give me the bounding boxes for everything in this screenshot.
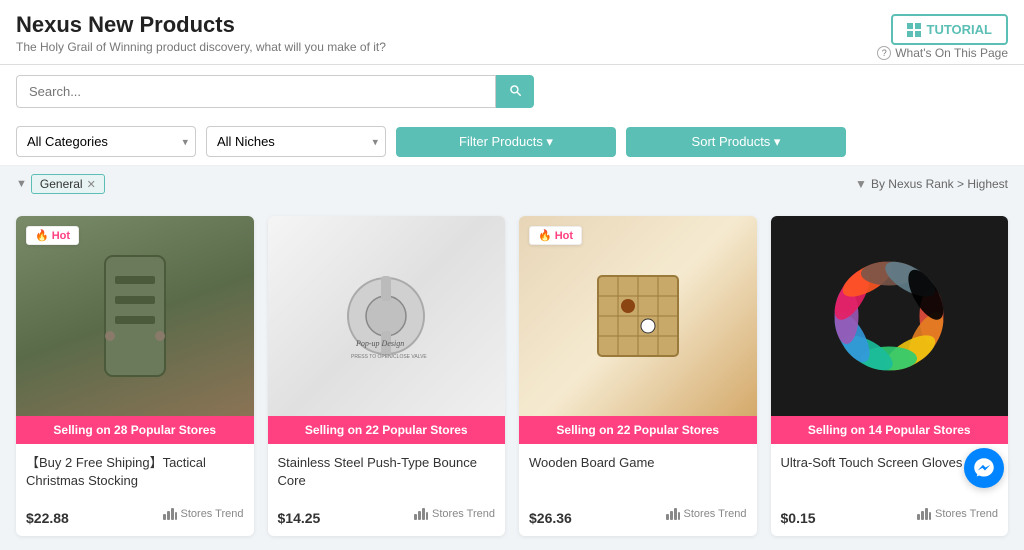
svg-text:Pop-up Design: Pop-up Design	[355, 339, 404, 348]
bar-chart-icon	[917, 508, 931, 520]
hot-badge: 🔥 Hot	[26, 226, 79, 245]
question-icon: ?	[877, 46, 891, 60]
niches-select[interactable]: All Niches	[206, 126, 386, 157]
sell-bar[interactable]: Selling on 14 Popular Stores	[771, 416, 1009, 444]
product-title: 【Buy 2 Free Shiping】Tactical Christmas S…	[26, 454, 244, 490]
svg-text:PRESS TO OPEN/CLOSE VALVE: PRESS TO OPEN/CLOSE VALVE	[351, 354, 427, 360]
product-info: Stainless Steel Push-Type Bounce Core	[268, 444, 506, 496]
bar-chart-icon	[666, 508, 680, 520]
filter-products-button[interactable]: Filter Products ▾	[396, 127, 616, 157]
page-title: Nexus New Products	[16, 12, 1008, 38]
filter-funnel-icon: ▼	[16, 178, 27, 190]
product-price: $14.25	[278, 510, 321, 526]
stores-trend-link[interactable]: Stores Trend	[163, 508, 244, 520]
grid-icon	[907, 23, 921, 37]
category-select[interactable]: All Categories	[16, 126, 196, 157]
sort-funnel-icon: ▼	[855, 177, 867, 191]
product-card: 🔥 Hot Selling on 22 Popular Stores Woode…	[519, 216, 757, 536]
rank-info: ▼ By Nexus Rank > Highest	[855, 177, 1008, 191]
tutorial-button[interactable]: TUTORIAL	[891, 14, 1008, 45]
header-section: Nexus New Products The Holy Grail of Win…	[0, 0, 1024, 65]
messenger-icon	[973, 457, 995, 479]
product-footer: $26.36 Stores Trend	[519, 496, 757, 536]
product-price: $22.88	[26, 510, 69, 526]
search-icon	[508, 83, 522, 97]
niches-select-wrap: All Niches	[206, 126, 386, 157]
stores-trend-link[interactable]: Stores Trend	[414, 508, 495, 520]
product-image: 🔥 Hot	[771, 216, 1009, 416]
product-title: Stainless Steel Push-Type Bounce Core	[278, 454, 496, 490]
product-title: Wooden Board Game	[529, 454, 747, 490]
product-image: 🔥 Hot	[519, 216, 757, 416]
product-footer: $14.25 Stores Trend	[268, 496, 506, 536]
product-price: $26.36	[529, 510, 572, 526]
page-subtitle: The Holy Grail of Winning product discov…	[16, 40, 1008, 54]
sell-bar[interactable]: Selling on 28 Popular Stores	[16, 416, 254, 444]
sell-bar[interactable]: Selling on 22 Popular Stores	[268, 416, 506, 444]
product-card: 🔥 Hot Selling on 14 Popular Stores Ultra…	[771, 216, 1009, 536]
whats-on-page-link[interactable]: ? What's On This Page	[877, 46, 1008, 60]
filters-row: All Categories All Niches Filter Product…	[0, 118, 1024, 166]
general-tag: General ✕	[31, 174, 105, 194]
stores-trend-link[interactable]: Stores Trend	[666, 508, 747, 520]
product-price: $0.15	[781, 510, 816, 526]
category-select-wrap: All Categories	[16, 126, 196, 157]
bar-chart-icon	[163, 508, 177, 520]
active-filters-bar: ▼ General ✕ ▼ By Nexus Rank > Highest	[0, 166, 1024, 202]
product-info: Wooden Board Game	[519, 444, 757, 496]
flame-icon: 🔥	[35, 229, 49, 242]
product-info: 【Buy 2 Free Shiping】Tactical Christmas S…	[16, 444, 254, 496]
product-image: 🔥 Hot	[16, 216, 254, 416]
search-input[interactable]	[16, 75, 496, 108]
product-footer: $0.15 Stores Trend	[771, 496, 1009, 536]
active-filter-general: ▼ General ✕	[16, 174, 105, 194]
product-card: 🔥 Hot Pop-up Design PRESS TO OPEN/CLOSE …	[268, 216, 506, 536]
products-grid: 🔥 Hot Selling on 28 Popular Stores 【Buy …	[0, 202, 1024, 550]
messenger-button[interactable]	[964, 448, 1004, 488]
hot-badge: 🔥 Hot	[529, 226, 582, 245]
remove-filter-button[interactable]: ✕	[87, 178, 96, 191]
product-card: 🔥 Hot Selling on 28 Popular Stores 【Buy …	[16, 216, 254, 536]
search-bar	[0, 65, 1024, 118]
sell-bar[interactable]: Selling on 22 Popular Stores	[519, 416, 757, 444]
product-image: 🔥 Hot Pop-up Design PRESS TO OPEN/CLOSE …	[268, 216, 506, 416]
sort-products-button[interactable]: Sort Products ▾	[626, 127, 846, 157]
product-footer: $22.88 Stores Trend	[16, 496, 254, 536]
stores-trend-link[interactable]: Stores Trend	[917, 508, 998, 520]
flame-icon: 🔥	[538, 229, 552, 242]
bar-chart-icon	[414, 508, 428, 520]
search-button[interactable]	[496, 75, 534, 108]
